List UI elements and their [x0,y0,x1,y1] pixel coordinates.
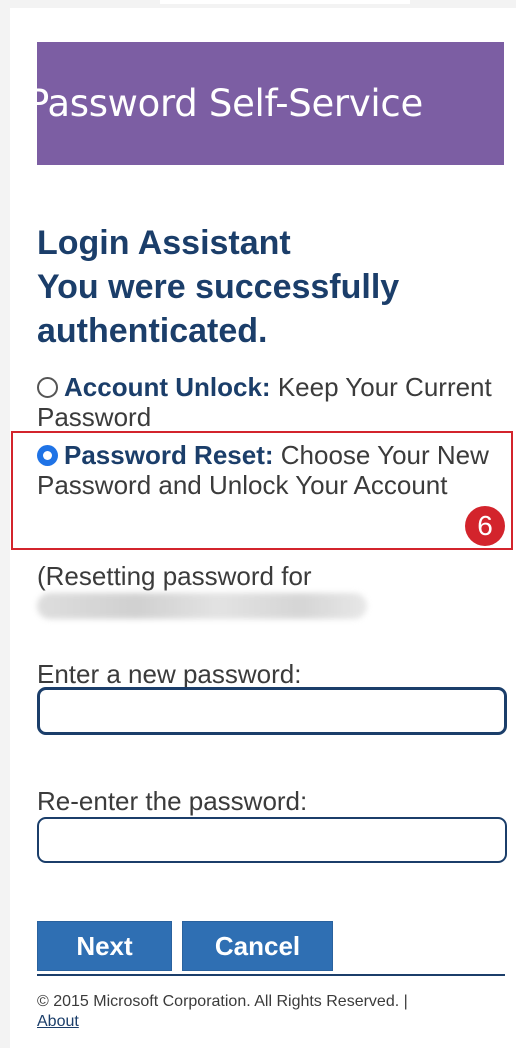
new-password-label: Enter a new password: [37,659,302,689]
heading-line-2: You were successfully [37,268,400,306]
resetting-password-text: (Resetting password for [37,561,312,591]
page: Password Self-Service Login Assistant Yo… [0,0,516,1048]
heading-line-3: authenticated. [37,312,268,350]
top-edge [160,0,410,4]
footer-separator: | [403,993,408,1010]
login-card: Password Self-Service Login Assistant Yo… [10,8,516,1048]
next-button[interactable]: Next [37,921,172,971]
annotation-highlight-box [11,431,513,550]
reenter-password-input[interactable] [37,817,507,863]
about-link[interactable]: About [37,1013,79,1030]
blurred-email-redaction [37,593,367,619]
radio-unselected-icon[interactable] [37,377,58,398]
footer: © 2015 Microsoft Corporation. All Rights… [37,992,507,1032]
cancel-button[interactable]: Cancel [182,921,333,971]
heading-line-1: Login Assistant [37,224,291,262]
option-account-unlock[interactable]: Account Unlock: Keep Your Current Passwo… [37,372,507,432]
new-password-input[interactable] [37,687,507,735]
option-account-unlock-title: Account Unlock: [64,372,271,402]
step-number-badge: 6 [465,506,505,546]
banner-title: Password Self-Service [37,82,423,125]
banner: Password Self-Service [37,42,504,165]
footer-divider [37,974,505,976]
reenter-password-label: Re-enter the password: [37,786,308,816]
page-heading: Login Assistant You were successfully au… [37,221,507,353]
footer-copyright: © 2015 Microsoft Corporation. All Rights… [37,993,400,1010]
